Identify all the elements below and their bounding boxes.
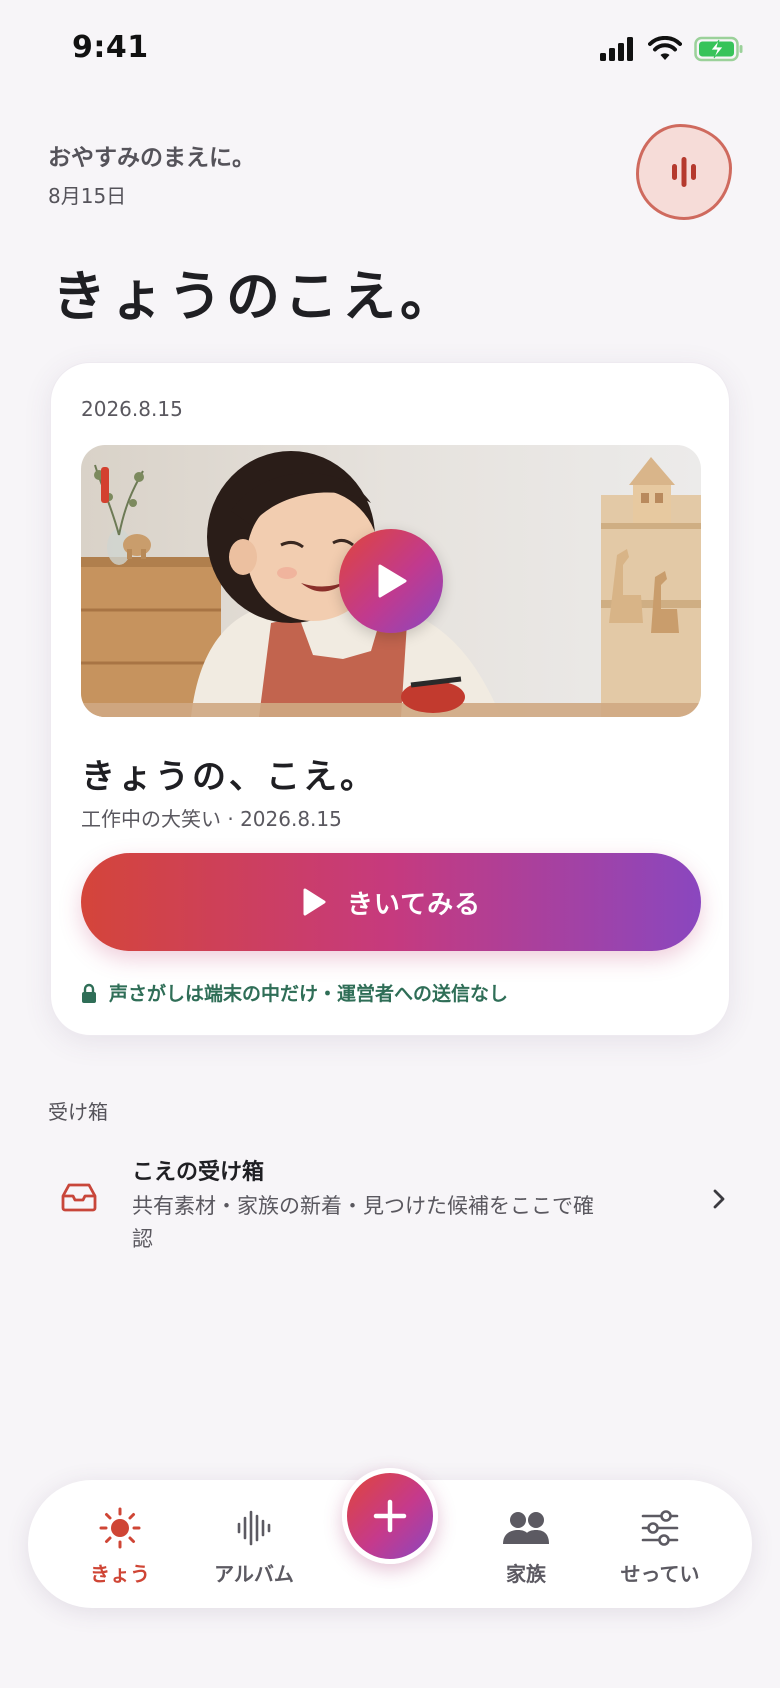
voice-bars-icon <box>672 157 696 187</box>
tab-settings[interactable]: せってい <box>600 1506 720 1587</box>
listen-button-label: きいてみる <box>346 889 482 920</box>
status-bar: 9:41 <box>0 0 780 100</box>
inbox-row[interactable]: こえの受け箱 共有素材・家族の新着・見つけた候補をここで確認 <box>48 1152 738 1256</box>
lock-icon <box>82 983 96 1003</box>
cellular-signal-icon <box>600 37 633 61</box>
privacy-note-text: 声さがしは端末の中だけ・運営者への送信なし <box>109 983 509 1005</box>
greeting-text: おやすみのまえに。 <box>48 145 255 171</box>
status-time: 9:41 <box>72 30 149 65</box>
chevron-right-icon <box>713 1189 725 1209</box>
tab-album[interactable]: アルバム <box>194 1506 314 1587</box>
status-icons <box>600 36 744 62</box>
card-title: きょうの、こえ。 <box>81 757 377 797</box>
video-play-button[interactable] <box>339 529 443 633</box>
sun-icon <box>99 1507 141 1549</box>
privacy-note: 声さがしは端末の中だけ・運営者への送信なし <box>81 979 508 1006</box>
tab-today[interactable]: きょう <box>60 1506 180 1587</box>
tab-family[interactable]: 家族 <box>466 1506 586 1587</box>
recording-marker <box>101 467 109 503</box>
header: おやすみのまえに。 8月15日 <box>48 138 255 209</box>
voice-record-button[interactable] <box>636 124 732 220</box>
inbox-title: こえの受け箱 <box>132 1160 265 1185</box>
add-button[interactable] <box>342 1468 438 1564</box>
tab-settings-label: せってい <box>620 1562 700 1586</box>
card-subtitle: 工作中の大笑い · 2026.8.15 <box>81 807 342 831</box>
inbox-description: 共有素材・家族の新着・見つけた候補をここで確認 <box>132 1194 594 1251</box>
inbox-tray-icon <box>61 1183 97 1212</box>
battery-charging-icon <box>694 36 743 62</box>
tab-album-label: アルバム <box>214 1562 294 1586</box>
wifi-icon <box>648 36 682 60</box>
card-date: 2026.8.15 <box>81 397 183 421</box>
plus-icon <box>373 1499 407 1533</box>
video-thumbnail[interactable] <box>81 445 701 717</box>
tab-family-label: 家族 <box>506 1562 546 1586</box>
header-date: 8月15日 <box>48 184 127 208</box>
listen-button[interactable]: きいてみる <box>81 853 701 951</box>
people-icon <box>503 1512 549 1544</box>
play-icon <box>378 564 407 598</box>
today-voice-card: 2026.8.15 きょうの、こえ。 工作中の大笑い · 2026.8.15 き… <box>50 362 730 1036</box>
tab-today-label: きょう <box>90 1562 150 1586</box>
waveform-icon <box>237 1510 271 1546</box>
play-icon <box>303 888 326 916</box>
inbox-section-label: 受け箱 <box>48 1100 108 1124</box>
sliders-icon <box>641 1510 679 1546</box>
page-title: きょうのこえ。 <box>52 265 458 328</box>
